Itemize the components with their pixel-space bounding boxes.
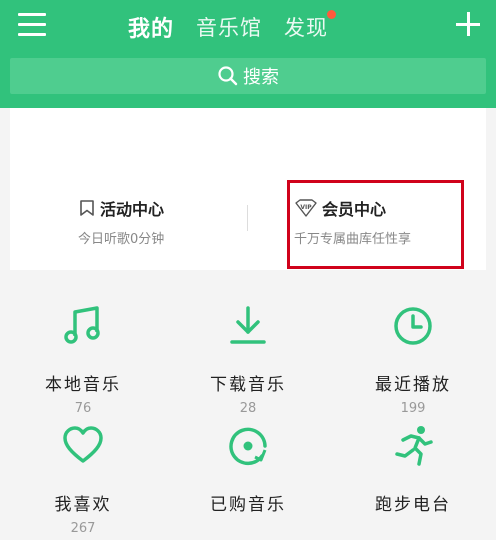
grid-item-label: 我喜欢 bbox=[54, 495, 112, 515]
grid-item-label: 最近播放 bbox=[375, 375, 451, 395]
tab-discover[interactable]: 发现 bbox=[284, 10, 337, 42]
menu-icon[interactable] bbox=[18, 12, 48, 38]
bookmark-icon bbox=[80, 200, 94, 216]
tab-discover-label: 发现 bbox=[284, 16, 329, 40]
search-icon bbox=[218, 66, 238, 86]
card-divider bbox=[247, 205, 248, 231]
grid-item-label: 已购音乐 bbox=[210, 495, 286, 515]
tab-bar: 我的 音乐馆 发现 bbox=[128, 10, 350, 44]
tab-mine[interactable]: 我的 bbox=[128, 11, 174, 43]
heart-icon bbox=[63, 426, 103, 463]
grid-item-label: 下载音乐 bbox=[210, 375, 286, 395]
grid-item-label: 跑步电台 bbox=[375, 495, 451, 515]
highlight-box bbox=[287, 180, 464, 269]
music-note-icon bbox=[64, 306, 100, 344]
grid-item-count: 28 bbox=[239, 401, 257, 416]
search-label: 搜索 bbox=[243, 67, 279, 88]
grid-item-favorites[interactable]: 我喜欢 267 bbox=[0, 424, 166, 536]
add-icon[interactable] bbox=[456, 12, 480, 36]
grid-item-recent-plays[interactable]: 最近播放 199 bbox=[330, 304, 496, 416]
activity-center[interactable]: 活动中心 今日听歌0分钟 bbox=[78, 196, 164, 247]
grid-item-label: 本地音乐 bbox=[45, 375, 121, 395]
top-bar: 我的 音乐馆 发现 搜索 bbox=[0, 0, 496, 108]
grid-item-count: 199 bbox=[400, 401, 426, 416]
download-icon bbox=[230, 306, 266, 344]
grid-item-downloads[interactable]: 下载音乐 28 bbox=[165, 304, 331, 416]
grid-item-purchased[interactable]: 已购音乐 bbox=[165, 424, 331, 515]
grid-item-running-radio[interactable]: 跑步电台 bbox=[330, 424, 496, 515]
running-icon bbox=[395, 426, 433, 466]
notification-dot bbox=[327, 10, 337, 19]
activity-center-subtitle: 今日听歌0分钟 bbox=[78, 232, 165, 247]
disc-icon bbox=[229, 427, 267, 466]
activity-center-title: 活动中心 bbox=[100, 200, 165, 219]
tab-music-hall[interactable]: 音乐馆 bbox=[196, 12, 262, 42]
grid-item-count: 267 bbox=[70, 521, 96, 536]
clock-icon bbox=[394, 307, 432, 345]
grid-item-local-music[interactable]: 本地音乐 76 bbox=[0, 304, 166, 416]
search-bar[interactable]: 搜索 bbox=[10, 58, 486, 94]
grid-item-count: 76 bbox=[74, 401, 92, 416]
